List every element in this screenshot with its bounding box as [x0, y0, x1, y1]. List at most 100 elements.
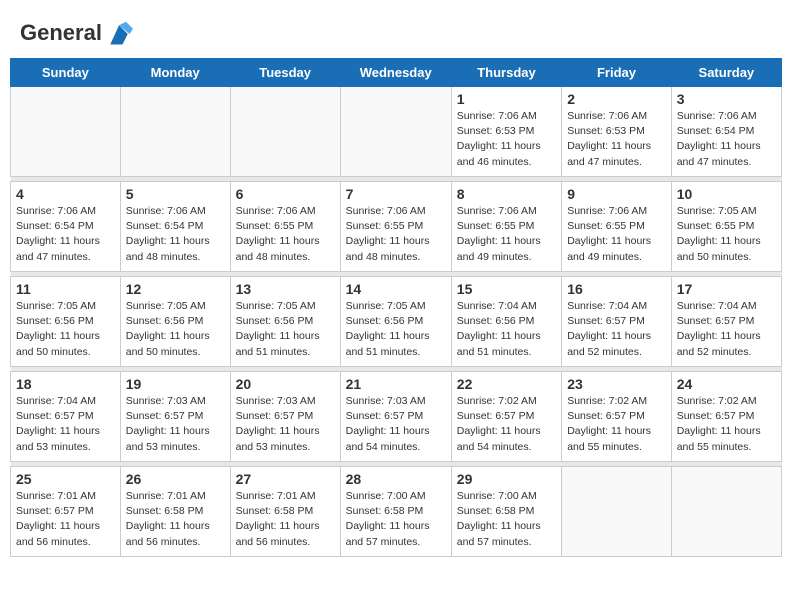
day-info: Sunrise: 7:04 AMSunset: 6:57 PMDaylight:… — [16, 394, 115, 455]
day-info: Sunrise: 7:01 AMSunset: 6:58 PMDaylight:… — [236, 489, 335, 550]
calendar-body: 1 Sunrise: 7:06 AMSunset: 6:53 PMDaylight… — [11, 87, 782, 557]
day-info: Sunrise: 7:05 AMSunset: 6:56 PMDaylight:… — [126, 299, 225, 360]
calendar-day-cell: 2 Sunrise: 7:06 AMSunset: 6:53 PMDaylight… — [562, 87, 672, 177]
day-info: Sunrise: 7:01 AMSunset: 6:57 PMDaylight:… — [16, 489, 115, 550]
day-number: 10 — [677, 186, 776, 202]
day-number: 13 — [236, 281, 335, 297]
day-number: 18 — [16, 376, 115, 392]
day-info: Sunrise: 7:02 AMSunset: 6:57 PMDaylight:… — [567, 394, 666, 455]
day-number: 4 — [16, 186, 115, 202]
day-number: 19 — [126, 376, 225, 392]
calendar-table: SundayMondayTuesdayWednesdayThursdayFrid… — [10, 58, 782, 557]
day-info: Sunrise: 7:06 AMSunset: 6:54 PMDaylight:… — [126, 204, 225, 265]
day-info: Sunrise: 7:04 AMSunset: 6:56 PMDaylight:… — [457, 299, 556, 360]
day-info: Sunrise: 7:03 AMSunset: 6:57 PMDaylight:… — [346, 394, 446, 455]
calendar-day-cell: 16Sunrise: 7:04 AMSunset: 6:57 PMDayligh… — [562, 277, 672, 367]
day-number: 2 — [567, 91, 666, 107]
day-number: 12 — [126, 281, 225, 297]
day-info: Sunrise: 7:02 AMSunset: 6:57 PMDaylight:… — [677, 394, 776, 455]
calendar-day-cell — [230, 87, 340, 177]
calendar-day-cell: 1 Sunrise: 7:06 AMSunset: 6:53 PMDaylight… — [451, 87, 561, 177]
weekday-header-cell: Monday — [120, 59, 230, 87]
calendar-week-row: 1 Sunrise: 7:06 AMSunset: 6:53 PMDaylight… — [11, 87, 782, 177]
logo: General — [20, 20, 133, 48]
day-info: Sunrise: 7:06 AMSunset: 6:53 PMDaylight:… — [457, 109, 556, 170]
calendar-day-cell: 17 Sunrise: 7:04 AMSunset: 6:57 PMDayligh… — [671, 277, 781, 367]
calendar-day-cell — [671, 467, 781, 557]
day-number: 9 — [567, 186, 666, 202]
day-number: 1 — [457, 91, 556, 107]
calendar-day-cell: 26 Sunrise: 7:01 AMSunset: 6:58 PMDayligh… — [120, 467, 230, 557]
day-number: 24 — [677, 376, 776, 392]
day-number: 25 — [16, 471, 115, 487]
calendar-day-cell: 4 Sunrise: 7:06 AMSunset: 6:54 PMDaylight… — [11, 182, 121, 272]
calendar-day-cell — [11, 87, 121, 177]
day-info: Sunrise: 7:06 AMSunset: 6:55 PMDaylight:… — [567, 204, 666, 265]
day-info: Sunrise: 7:06 AMSunset: 6:53 PMDaylight:… — [567, 109, 666, 170]
weekday-header-cell: Friday — [562, 59, 672, 87]
day-info: Sunrise: 7:05 AMSunset: 6:56 PMDaylight:… — [16, 299, 115, 360]
page-header: General — [10, 10, 782, 53]
day-number: 27 — [236, 471, 335, 487]
day-info: Sunrise: 7:06 AMSunset: 6:54 PMDaylight:… — [677, 109, 776, 170]
day-number: 23 — [567, 376, 666, 392]
weekday-header-cell: Tuesday — [230, 59, 340, 87]
calendar-day-cell: 9 Sunrise: 7:06 AMSunset: 6:55 PMDaylight… — [562, 182, 672, 272]
day-number: 28 — [346, 471, 446, 487]
day-number: 5 — [126, 186, 225, 202]
day-number: 11 — [16, 281, 115, 297]
calendar-day-cell: 20Sunrise: 7:03 AMSunset: 6:57 PMDayligh… — [230, 372, 340, 462]
calendar-day-cell: 18 Sunrise: 7:04 AMSunset: 6:57 PMDayligh… — [11, 372, 121, 462]
day-number: 8 — [457, 186, 556, 202]
weekday-header-cell: Saturday — [671, 59, 781, 87]
calendar-week-row: 4 Sunrise: 7:06 AMSunset: 6:54 PMDaylight… — [11, 182, 782, 272]
calendar-day-cell: 21 Sunrise: 7:03 AMSunset: 6:57 PMDayligh… — [340, 372, 451, 462]
calendar-day-cell — [562, 467, 672, 557]
day-info: Sunrise: 7:00 AMSunset: 6:58 PMDaylight:… — [457, 489, 556, 550]
calendar-day-cell: 24 Sunrise: 7:02 AMSunset: 6:57 PMDayligh… — [671, 372, 781, 462]
calendar-day-cell: 27 Sunrise: 7:01 AMSunset: 6:58 PMDayligh… — [230, 467, 340, 557]
day-number: 14 — [346, 281, 446, 297]
day-info: Sunrise: 7:00 AMSunset: 6:58 PMDaylight:… — [346, 489, 446, 550]
calendar-day-cell: 12 Sunrise: 7:05 AMSunset: 6:56 PMDayligh… — [120, 277, 230, 367]
weekday-header-cell: Thursday — [451, 59, 561, 87]
day-number: 29 — [457, 471, 556, 487]
day-info: Sunrise: 7:06 AMSunset: 6:55 PMDaylight:… — [346, 204, 446, 265]
day-info: Sunrise: 7:06 AMSunset: 6:55 PMDaylight:… — [457, 204, 556, 265]
day-info: Sunrise: 7:05 AMSunset: 6:56 PMDaylight:… — [346, 299, 446, 360]
calendar-day-cell: 11 Sunrise: 7:05 AMSunset: 6:56 PMDayligh… — [11, 277, 121, 367]
calendar-day-cell: 5 Sunrise: 7:06 AMSunset: 6:54 PMDaylight… — [120, 182, 230, 272]
calendar-day-cell: 22 Sunrise: 7:02 AMSunset: 6:57 PMDayligh… — [451, 372, 561, 462]
calendar-day-cell: 13Sunrise: 7:05 AMSunset: 6:56 PMDayligh… — [230, 277, 340, 367]
calendar-day-cell: 3Sunrise: 7:06 AMSunset: 6:54 PMDaylight… — [671, 87, 781, 177]
calendar-week-row: 25 Sunrise: 7:01 AMSunset: 6:57 PMDayligh… — [11, 467, 782, 557]
day-number: 20 — [236, 376, 335, 392]
day-info: Sunrise: 7:03 AMSunset: 6:57 PMDaylight:… — [126, 394, 225, 455]
day-number: 26 — [126, 471, 225, 487]
day-number: 21 — [346, 376, 446, 392]
day-info: Sunrise: 7:06 AMSunset: 6:54 PMDaylight:… — [16, 204, 115, 265]
weekday-header-cell: Wednesday — [340, 59, 451, 87]
day-info: Sunrise: 7:01 AMSunset: 6:58 PMDaylight:… — [126, 489, 225, 550]
calendar-week-row: 18 Sunrise: 7:04 AMSunset: 6:57 PMDayligh… — [11, 372, 782, 462]
calendar-day-cell: 10 Sunrise: 7:05 AMSunset: 6:55 PMDayligh… — [671, 182, 781, 272]
day-info: Sunrise: 7:04 AMSunset: 6:57 PMDaylight:… — [677, 299, 776, 360]
calendar-day-cell — [120, 87, 230, 177]
calendar-week-row: 11 Sunrise: 7:05 AMSunset: 6:56 PMDayligh… — [11, 277, 782, 367]
calendar-day-cell: 15 Sunrise: 7:04 AMSunset: 6:56 PMDayligh… — [451, 277, 561, 367]
calendar-day-cell: 8 Sunrise: 7:06 AMSunset: 6:55 PMDaylight… — [451, 182, 561, 272]
calendar-day-cell: 25 Sunrise: 7:01 AMSunset: 6:57 PMDayligh… — [11, 467, 121, 557]
weekday-header-row: SundayMondayTuesdayWednesdayThursdayFrid… — [11, 59, 782, 87]
day-info: Sunrise: 7:05 AMSunset: 6:55 PMDaylight:… — [677, 204, 776, 265]
day-number: 15 — [457, 281, 556, 297]
calendar-day-cell: 14 Sunrise: 7:05 AMSunset: 6:56 PMDayligh… — [340, 277, 451, 367]
day-number: 22 — [457, 376, 556, 392]
day-number: 17 — [677, 281, 776, 297]
day-info: Sunrise: 7:04 AMSunset: 6:57 PMDaylight:… — [567, 299, 666, 360]
calendar-day-cell — [340, 87, 451, 177]
calendar-day-cell: 19 Sunrise: 7:03 AMSunset: 6:57 PMDayligh… — [120, 372, 230, 462]
weekday-header-cell: Sunday — [11, 59, 121, 87]
calendar-day-cell: 7Sunrise: 7:06 AMSunset: 6:55 PMDaylight… — [340, 182, 451, 272]
calendar-day-cell: 6Sunrise: 7:06 AMSunset: 6:55 PMDaylight… — [230, 182, 340, 272]
day-info: Sunrise: 7:02 AMSunset: 6:57 PMDaylight:… — [457, 394, 556, 455]
